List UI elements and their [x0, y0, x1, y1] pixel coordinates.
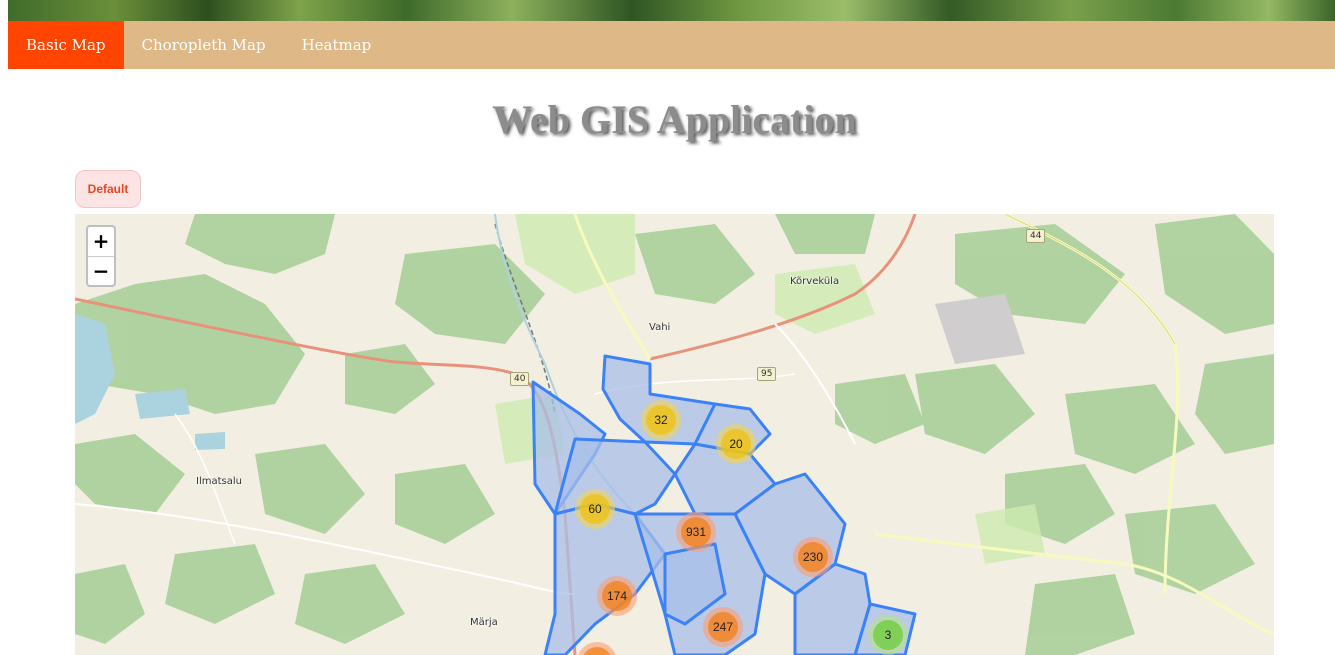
nav-choropleth-map[interactable]: Choropleth Map	[124, 21, 284, 69]
cluster-count: 3	[873, 620, 903, 650]
marker-cluster[interactable]: 230	[793, 537, 833, 577]
cluster-count-hidden	[582, 647, 612, 655]
nav-basic-map[interactable]: Basic Map	[8, 21, 124, 69]
road-shield: 44	[1026, 229, 1046, 243]
marker-cluster[interactable]: 60	[575, 489, 615, 529]
marker-cluster[interactable]: 3	[868, 615, 908, 655]
map-view[interactable]: Kõrveküla Vahi Ilmatsalu Märja 44 40 95 …	[75, 214, 1274, 655]
zoom-out-button[interactable]: −	[88, 257, 114, 285]
road-shield: 95	[757, 367, 777, 381]
main-nav: Basic Map Choropleth Map Heatmap	[8, 21, 1335, 69]
nav-heatmap[interactable]: Heatmap	[284, 21, 390, 69]
cluster-count: 60	[580, 494, 610, 524]
marker-cluster[interactable]: 32	[641, 400, 681, 440]
place-label: Ilmatsalu	[196, 476, 242, 487]
header-banner-image	[8, 0, 1335, 21]
place-label: Märja	[470, 617, 498, 628]
marker-cluster[interactable]: 931	[676, 512, 716, 552]
road-shield: 40	[510, 372, 530, 386]
cluster-count: 230	[798, 542, 828, 572]
cluster-count: 174	[602, 581, 632, 611]
zoom-control: + −	[86, 225, 116, 287]
place-label: Kõrveküla	[790, 276, 840, 287]
zoom-in-button[interactable]: +	[88, 227, 114, 257]
cluster-count: 20	[721, 429, 751, 459]
cluster-count: 931	[681, 517, 711, 547]
marker-cluster[interactable]: 174	[597, 576, 637, 616]
page-title: Web GIS Application	[492, 97, 857, 142]
place-label: Vahi	[649, 322, 671, 333]
marker-cluster[interactable]: 247	[703, 607, 743, 647]
cluster-count: 247	[708, 612, 738, 642]
cluster-count: 32	[646, 405, 676, 435]
default-filter-button[interactable]: Default	[75, 170, 141, 208]
marker-cluster[interactable]: 20	[716, 424, 756, 464]
